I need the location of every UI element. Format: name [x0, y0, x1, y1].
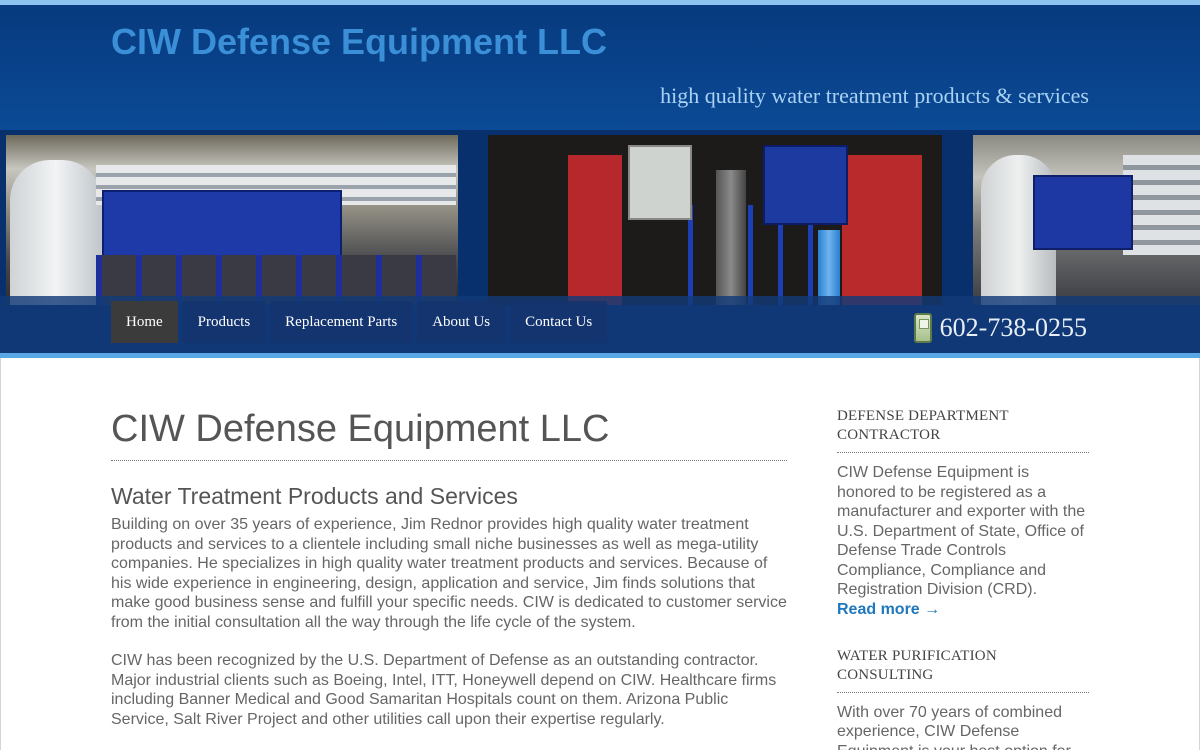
- widget-body: CIW Defense Equipment is honored to be r…: [837, 464, 1086, 598]
- nav-item-contact-us[interactable]: Contact Us: [510, 301, 608, 343]
- clients-paragraph: CIW has been recognized by the U.S. Depa…: [111, 652, 777, 728]
- nav-item-products[interactable]: Products: [182, 301, 266, 343]
- widget-text: CIW Defense Equipment is honored to be r…: [837, 463, 1089, 620]
- section-title: Water Treatment Products and Services: [111, 483, 518, 509]
- site-header: CIW Defense Equipment LLC high quality w…: [0, 5, 1200, 130]
- main-content: CIW Defense Equipment LLC Water Treatmen…: [111, 406, 787, 729]
- phone-number[interactable]: 602-738-0255: [940, 313, 1087, 343]
- title-divider: [111, 460, 787, 461]
- intro-paragraph: Building on over 35 years of experience,…: [111, 516, 787, 631]
- phone-icon: [913, 313, 932, 343]
- nav-item-replacement-parts[interactable]: Replacement Parts: [270, 301, 413, 343]
- widget-title: WATER PURIFICATION CONSULTING: [837, 647, 997, 683]
- widget-divider: [837, 691, 1089, 693]
- read-more-link[interactable]: Read more →: [837, 600, 940, 620]
- site-title[interactable]: CIW Defense Equipment LLC: [111, 21, 607, 63]
- banner-photo-equipment-center: [488, 135, 942, 305]
- nav-item-about-us[interactable]: About Us: [417, 301, 506, 343]
- site-tagline: high quality water treatment products & …: [660, 83, 1089, 108]
- banner-photo-equipment-right: [973, 135, 1200, 305]
- widget-defense-contractor: DEFENSE DEPARTMENT CONTRACTOR CIW Defens…: [837, 407, 1089, 620]
- widget-title: DEFENSE DEPARTMENT CONTRACTOR: [837, 408, 1009, 443]
- sidebar: DEFENSE DEPARTMENT CONTRACTOR CIW Defens…: [837, 407, 1089, 750]
- widget-water-purification: WATER PURIFICATION CONSULTING With over …: [837, 647, 1089, 750]
- banner-photo-equipment-left: [6, 135, 458, 305]
- page-title: CIW Defense Equipment LLC: [111, 408, 610, 450]
- nav-item-home[interactable]: Home: [111, 301, 178, 343]
- widget-body: With over 70 years of combined experienc…: [837, 703, 1071, 750]
- phone-contact: 602-738-0255: [913, 313, 1087, 343]
- widget-divider: [837, 452, 1089, 453]
- main-nav: Home Products Replacement Parts About Us…: [111, 301, 608, 343]
